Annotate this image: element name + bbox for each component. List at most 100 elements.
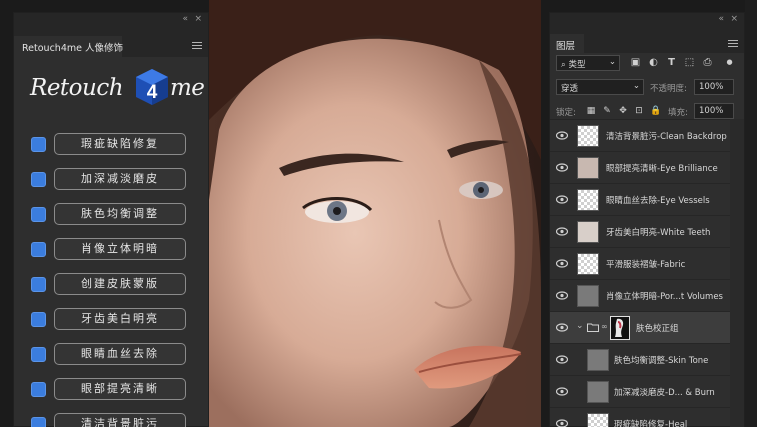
lock-position-icon[interactable]: ✥	[618, 106, 628, 116]
collapse-icon[interactable]: «	[182, 14, 188, 25]
retouch4me-logo: Retouch 4 me	[30, 67, 205, 111]
layer-row[interactable]: 瑕疵缺陷修复-Heal	[550, 408, 730, 427]
lock-image-icon[interactable]: ✎	[602, 106, 612, 116]
lock-artboard-icon[interactable]: ⊡	[634, 106, 644, 116]
layer-list: 清洁背景脏污-Clean Backdrop 眼部提亮清晰-Eye Brillia…	[550, 119, 730, 427]
layer-filter-row: ⌕ 类型 ⌄ ▣ ◐ T ⬚ ⎙ ●	[556, 55, 740, 72]
opacity-input[interactable]: 100%	[694, 79, 734, 95]
layer-name: 肖像立体明暗-Por...t Volumes	[606, 292, 723, 302]
layer-row[interactable]: 加深减淡磨皮-D... & Burn	[550, 376, 730, 408]
window-edge	[745, 0, 757, 427]
visibility-eye-icon[interactable]	[556, 227, 568, 236]
layer-row[interactable]: 平滑服装褶皱-Fabric	[550, 248, 730, 280]
layer-group-row[interactable]: ⌄ ∞ 肤色校正组	[550, 312, 730, 344]
close-icon[interactable]: ×	[194, 14, 202, 25]
fill-input[interactable]: 100%	[694, 103, 734, 119]
tool-button-heal[interactable]: 瑕疵缺陷修复	[54, 133, 186, 155]
layer-list-scrollbar[interactable]	[730, 119, 744, 427]
tool-checkbox[interactable]	[31, 312, 46, 327]
visibility-eye-icon[interactable]	[556, 387, 568, 396]
filter-kind-value: 类型	[568, 60, 586, 70]
layer-name: 眼睛血丝去除-Eye Vessels	[606, 196, 710, 206]
visibility-eye-icon[interactable]	[556, 291, 568, 300]
logo-cube-digit: 4	[147, 82, 158, 103]
tool-button-eye-vessels[interactable]: 眼睛血丝去除	[54, 343, 186, 365]
adjustment-filter-icon[interactable]: ◐	[648, 57, 659, 68]
layer-row[interactable]: 肤色均衡调整-Skin Tone	[550, 344, 730, 376]
layer-mask-thumbnail[interactable]	[610, 316, 630, 340]
tool-button-white-teeth[interactable]: 牙齿美白明亮	[54, 308, 186, 330]
filter-toggle-icon[interactable]: ●	[724, 57, 735, 68]
visibility-eye-icon[interactable]	[556, 131, 568, 140]
logo-text-me: me	[170, 75, 205, 101]
tool-checkbox[interactable]	[31, 207, 46, 222]
portrait-canvas[interactable]	[209, 0, 541, 427]
visibility-eye-icon[interactable]	[556, 355, 568, 364]
blend-mode-select[interactable]: 穿透 ⌄	[556, 79, 644, 95]
tab-retouch4me[interactable]: Retouch4me 人像修饰	[14, 36, 123, 57]
type-filter-icon[interactable]: T	[666, 57, 677, 68]
layer-thumbnail	[587, 381, 609, 403]
collapse-icon[interactable]: «	[718, 14, 724, 25]
panel-menu-icon[interactable]	[192, 42, 202, 50]
blend-mode-value: 穿透	[561, 84, 579, 94]
lock-label: 锁定:	[556, 108, 576, 118]
layer-row[interactable]: 牙齿美白明亮-White Teeth	[550, 216, 730, 248]
layer-row[interactable]: 眼睛血丝去除-Eye Vessels	[550, 184, 730, 216]
folder-icon	[587, 323, 599, 332]
tool-checkbox[interactable]	[31, 347, 46, 362]
tool-checkbox[interactable]	[31, 172, 46, 187]
visibility-eye-icon[interactable]	[556, 419, 568, 427]
chevron-down-icon[interactable]: ⌄	[576, 321, 584, 331]
layer-name: 平滑服装褶皱-Fabric	[606, 260, 686, 270]
visibility-eye-icon[interactable]	[556, 163, 568, 172]
tool-row: 瑕疵缺陷修复	[30, 133, 190, 157]
visibility-eye-icon[interactable]	[556, 323, 568, 332]
layer-row[interactable]: 清洁背景脏污-Clean Backdrop	[550, 120, 730, 152]
panel-topbar: « ×	[14, 13, 208, 26]
tool-checkbox[interactable]	[31, 137, 46, 152]
panel-tabbar: 图层	[550, 26, 744, 53]
tool-checkbox[interactable]	[31, 382, 46, 397]
lock-transparent-icon[interactable]: ▦	[586, 106, 596, 116]
panel-menu-icon[interactable]	[728, 40, 738, 48]
lock-all-icon[interactable]: 🔒	[650, 106, 661, 116]
filter-kind-select[interactable]: ⌕ 类型 ⌄	[556, 55, 620, 71]
retouch4me-panel: « × Retouch4me 人像修饰 Retouch 4 me 瑕疵缺陷修复 …	[13, 12, 209, 427]
panel-topbar: « ×	[550, 13, 744, 26]
tool-checkbox[interactable]	[31, 242, 46, 257]
tool-button-portrait-volumes[interactable]: 肖像立体明暗	[54, 238, 186, 260]
layer-thumbnail	[577, 157, 599, 179]
pixel-filter-icon[interactable]: ▣	[630, 57, 641, 68]
tool-button-clean-backdrop[interactable]: 清洁背景脏污	[54, 413, 186, 427]
tool-button-eye-brilliance[interactable]: 眼部提亮清晰	[54, 378, 186, 400]
logo-cube-icon: 4	[136, 69, 168, 105]
layer-name: 肤色均衡调整-Skin Tone	[614, 356, 709, 366]
layer-row[interactable]: 眼部提亮清晰-Eye Brilliance	[550, 152, 730, 184]
tab-layers[interactable]: 图层	[550, 34, 584, 53]
tool-row: 加深减淡磨皮	[30, 168, 190, 192]
layer-row[interactable]: 肖像立体明暗-Por...t Volumes	[550, 280, 730, 312]
smart-object-filter-icon[interactable]: ⎙	[702, 57, 713, 68]
opacity-label: 不透明度:	[650, 84, 687, 94]
layer-name: 眼部提亮清晰-Eye Brilliance	[606, 164, 718, 174]
tool-row: 眼部提亮清晰	[30, 378, 190, 402]
visibility-eye-icon[interactable]	[556, 195, 568, 204]
tool-checkbox[interactable]	[31, 277, 46, 292]
layer-name: 加深减淡磨皮-D... & Burn	[614, 388, 715, 398]
layer-thumbnail	[577, 125, 599, 147]
tool-row: 肤色均衡调整	[30, 203, 190, 227]
close-icon[interactable]: ×	[730, 14, 738, 25]
tool-button-skin-mask[interactable]: 创建皮肤蒙版	[54, 273, 186, 295]
layer-thumbnail	[587, 413, 609, 427]
tool-button-dodge-burn[interactable]: 加深减淡磨皮	[54, 168, 186, 190]
shape-filter-icon[interactable]: ⬚	[684, 57, 695, 68]
visibility-eye-icon[interactable]	[556, 259, 568, 268]
tool-row: 清洁背景脏污	[30, 413, 190, 427]
chain-link-icon[interactable]: ∞	[601, 322, 608, 331]
tool-button-skin-tone[interactable]: 肤色均衡调整	[54, 203, 186, 225]
layer-thumbnail	[587, 349, 609, 371]
tool-checkbox[interactable]	[31, 417, 46, 427]
logo-text-retouch: Retouch	[30, 75, 124, 101]
tool-row: 牙齿美白明亮	[30, 308, 190, 332]
